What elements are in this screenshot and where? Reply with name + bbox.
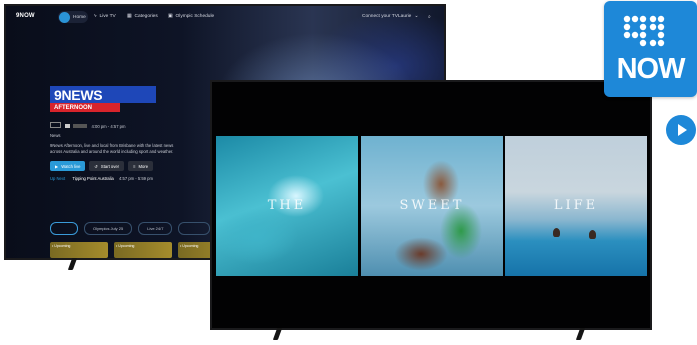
more-button[interactable]: ≡ More [128, 161, 154, 171]
app-badge-text: NOW [616, 53, 686, 85]
watch-live-button[interactable]: ▶ Watch live [50, 161, 86, 171]
nav-home-label: Home [73, 14, 86, 20]
rating-badge [50, 122, 61, 128]
nav-olympic-schedule-label: Olympic Schedule [175, 14, 215, 19]
up-next-label: Up Next [50, 176, 66, 181]
user-name: Laurie [398, 14, 412, 19]
pill-olympics-label: Olympics July 25 [93, 226, 124, 231]
promo-tile-sweet[interactable]: SWEET [361, 136, 503, 276]
restart-icon: ↺ [94, 163, 98, 169]
show-logo: 9NEWS [50, 86, 156, 103]
calendar-icon: ▣ [168, 14, 173, 19]
top-nav-bar: 9NOW Home ϟ Live TV ▦ Categories ▣ Olymp… [6, 6, 444, 28]
upcoming-row: • Upcoming • Upcoming • Upcoming [50, 242, 236, 258]
pill-extra[interactable] [178, 222, 211, 235]
upcoming-card[interactable]: • Upcoming [50, 242, 108, 258]
show-subtitle: AFTERNOON [50, 103, 120, 112]
nav-connect-tv[interactable]: Connect your TV [362, 14, 398, 19]
front-tv-screen: THE SWEET LIFE [212, 82, 650, 328]
grid-icon: ▦ [127, 14, 132, 19]
promo-tile-the[interactable]: THE [216, 136, 358, 276]
upcoming-card-label: • Upcoming [180, 244, 199, 248]
promo-tile-life[interactable]: LIFE [505, 136, 647, 276]
chevron-down-icon: ⌄ [414, 14, 419, 19]
pill-live-label: Live 24/7 [147, 226, 164, 231]
pill-home[interactable] [50, 222, 78, 235]
swimmer-figure [589, 230, 596, 239]
start-over-button[interactable]: ↺ Start over [89, 161, 125, 171]
play-icon: ▶ [55, 163, 59, 169]
promo-tile-word: SWEET [399, 198, 465, 213]
app-logo[interactable]: 9NOW [16, 13, 35, 19]
filter-pills: Olympics July 25 Live 24/7 [50, 222, 211, 235]
show-category-row: News [50, 133, 60, 138]
nav-categories[interactable]: ▦ Categories [127, 14, 158, 19]
pill-live[interactable]: Live 24/7 [138, 222, 173, 235]
up-next-time: 4:57 pm - 5:59 pm [119, 176, 153, 181]
live-indicator [73, 124, 88, 128]
promo-tile-word: THE [267, 198, 307, 213]
nav-olympic-schedule[interactable]: ▣ Olympic Schedule [168, 14, 214, 19]
nav-home[interactable]: Home [58, 11, 88, 23]
upcoming-card-label: • Upcoming [116, 244, 135, 248]
promo-tile-word: LIFE [553, 198, 599, 213]
show-description-1: 9News Afternoon, live and local from Bri… [50, 143, 174, 148]
play-button[interactable] [666, 115, 696, 145]
upcoming-card[interactable]: • Upcoming [114, 242, 172, 258]
nav-live-tv-label: Live TV [99, 14, 116, 19]
up-next-program: Tipping Point Australia [72, 176, 114, 181]
pill-olympics[interactable]: Olympics July 25 [84, 222, 133, 235]
nav-categories-label: Categories [134, 14, 158, 19]
nav-live-tv[interactable]: ϟ Live TV [94, 14, 116, 19]
more-label: More [138, 163, 149, 169]
nine-dots-logo-icon [623, 15, 665, 47]
start-over-label: Start over [100, 163, 120, 169]
show-description-2: across Australia and around the world in… [50, 149, 174, 154]
upcoming-card-label: • Upcoming [52, 244, 71, 248]
watch-live-label: Watch live [61, 163, 81, 169]
more-icon: ≡ [133, 163, 136, 169]
up-next-row: Up Next Tipping Point Australia 4:57 pm … [50, 176, 153, 181]
nav-connect-tv-label: Connect your TV [362, 14, 398, 19]
front-tv: THE SWEET LIFE [210, 80, 652, 330]
user-menu[interactable]: Laurie ⌄ [398, 14, 418, 19]
search-button[interactable]: ⌕ [428, 14, 431, 20]
cc-icon [65, 124, 71, 128]
home-icon [59, 11, 70, 23]
show-time-meta: 4:00 pm - 4:57 pm [50, 122, 126, 129]
app-badge[interactable]: NOW [604, 1, 697, 97]
lightning-icon: ϟ [94, 14, 97, 19]
swimmer-figure [553, 228, 560, 237]
show-brand: 9NEWS [54, 86, 103, 103]
search-icon: ⌕ [428, 15, 431, 20]
action-buttons: ▶ Watch live ↺ Start over ≡ More [50, 161, 154, 171]
show-category: News [50, 133, 61, 138]
show-time: 4:00 pm - 4:57 pm [91, 124, 126, 129]
